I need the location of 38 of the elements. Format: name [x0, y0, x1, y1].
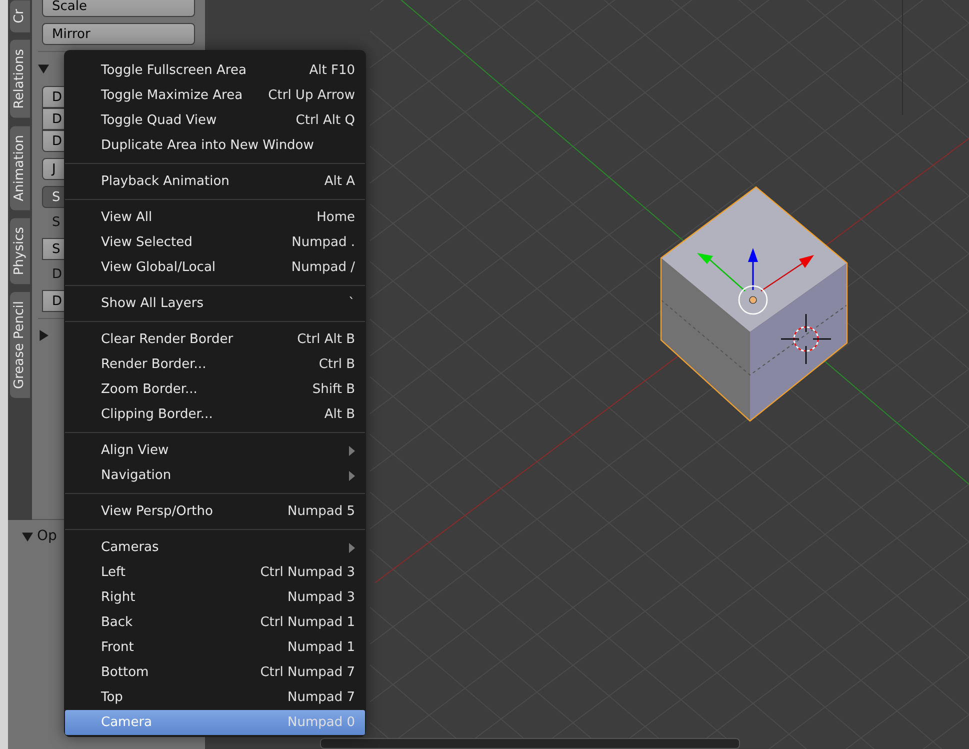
transform-gizmo-icon[interactable]	[697, 248, 814, 315]
sidebar-tab[interactable]: Physics	[10, 218, 30, 284]
menu-item[interactable]: Left Ctrl Numpad 3	[65, 560, 365, 585]
menu-item[interactable]: Show All Layers `	[65, 291, 365, 316]
menu-item[interactable]: Cameras	[65, 535, 365, 560]
menu-item[interactable]: Clear Render Border Ctrl Alt B	[65, 327, 365, 352]
sidebar-tab[interactable]: Animation	[10, 126, 30, 210]
menu-item[interactable]: Playback Animation Alt A	[65, 169, 365, 194]
menu-item[interactable]: View Persp/Ortho Numpad 5	[65, 499, 365, 524]
3d-cursor-icon	[780, 313, 832, 365]
menu-item[interactable]: Navigation	[65, 463, 365, 488]
sidebar-tab[interactable]: Relations	[10, 40, 30, 118]
menu-item[interactable]: Render Border... Ctrl B	[65, 352, 365, 377]
sidebar-tab[interactable]: Grease Pencil	[10, 292, 30, 398]
collapse-triangle-icon[interactable]	[22, 530, 33, 542]
panel-header[interactable]: Op	[37, 528, 57, 544]
menu-item[interactable]: Front Numpad 1	[65, 635, 365, 660]
menu-item[interactable]: Toggle Quad View Ctrl Alt Q	[65, 108, 365, 133]
section-label: D	[52, 266, 62, 284]
menu-item[interactable]: Bottom Ctrl Numpad 7	[65, 660, 365, 685]
cube-drawing[interactable]	[660, 186, 848, 422]
sidebar-tab[interactable]: Cr	[10, 0, 30, 32]
tool-button[interactable]: Mirror	[42, 23, 195, 45]
menu-item[interactable]: Toggle Maximize Area Ctrl Up Arrow	[65, 83, 365, 108]
expand-triangle-icon[interactable]	[38, 330, 49, 340]
menu-item[interactable]: Back Ctrl Numpad 1	[65, 610, 365, 635]
menu-item[interactable]: Clipping Border... Alt B	[65, 402, 365, 427]
menu-item[interactable]: Top Numpad 7	[65, 685, 365, 710]
collapse-triangle-icon[interactable]	[38, 62, 49, 74]
menu-item[interactable]: Zoom Border... Shift B	[65, 377, 365, 402]
menu-item[interactable]: View Selected Numpad .	[65, 230, 365, 255]
menu-item[interactable]: View Global/Local Numpad /	[65, 255, 365, 280]
menu-item[interactable]: Toggle Fullscreen Area Alt F10	[65, 58, 365, 83]
menu-item[interactable]: View All Home	[65, 205, 365, 230]
menu-item[interactable]: Align View	[65, 438, 365, 463]
section-label: S	[52, 214, 60, 232]
menu-item[interactable]: Right Numpad 3	[65, 585, 365, 610]
menu-item[interactable]: Duplicate Area into New Window	[65, 133, 365, 158]
